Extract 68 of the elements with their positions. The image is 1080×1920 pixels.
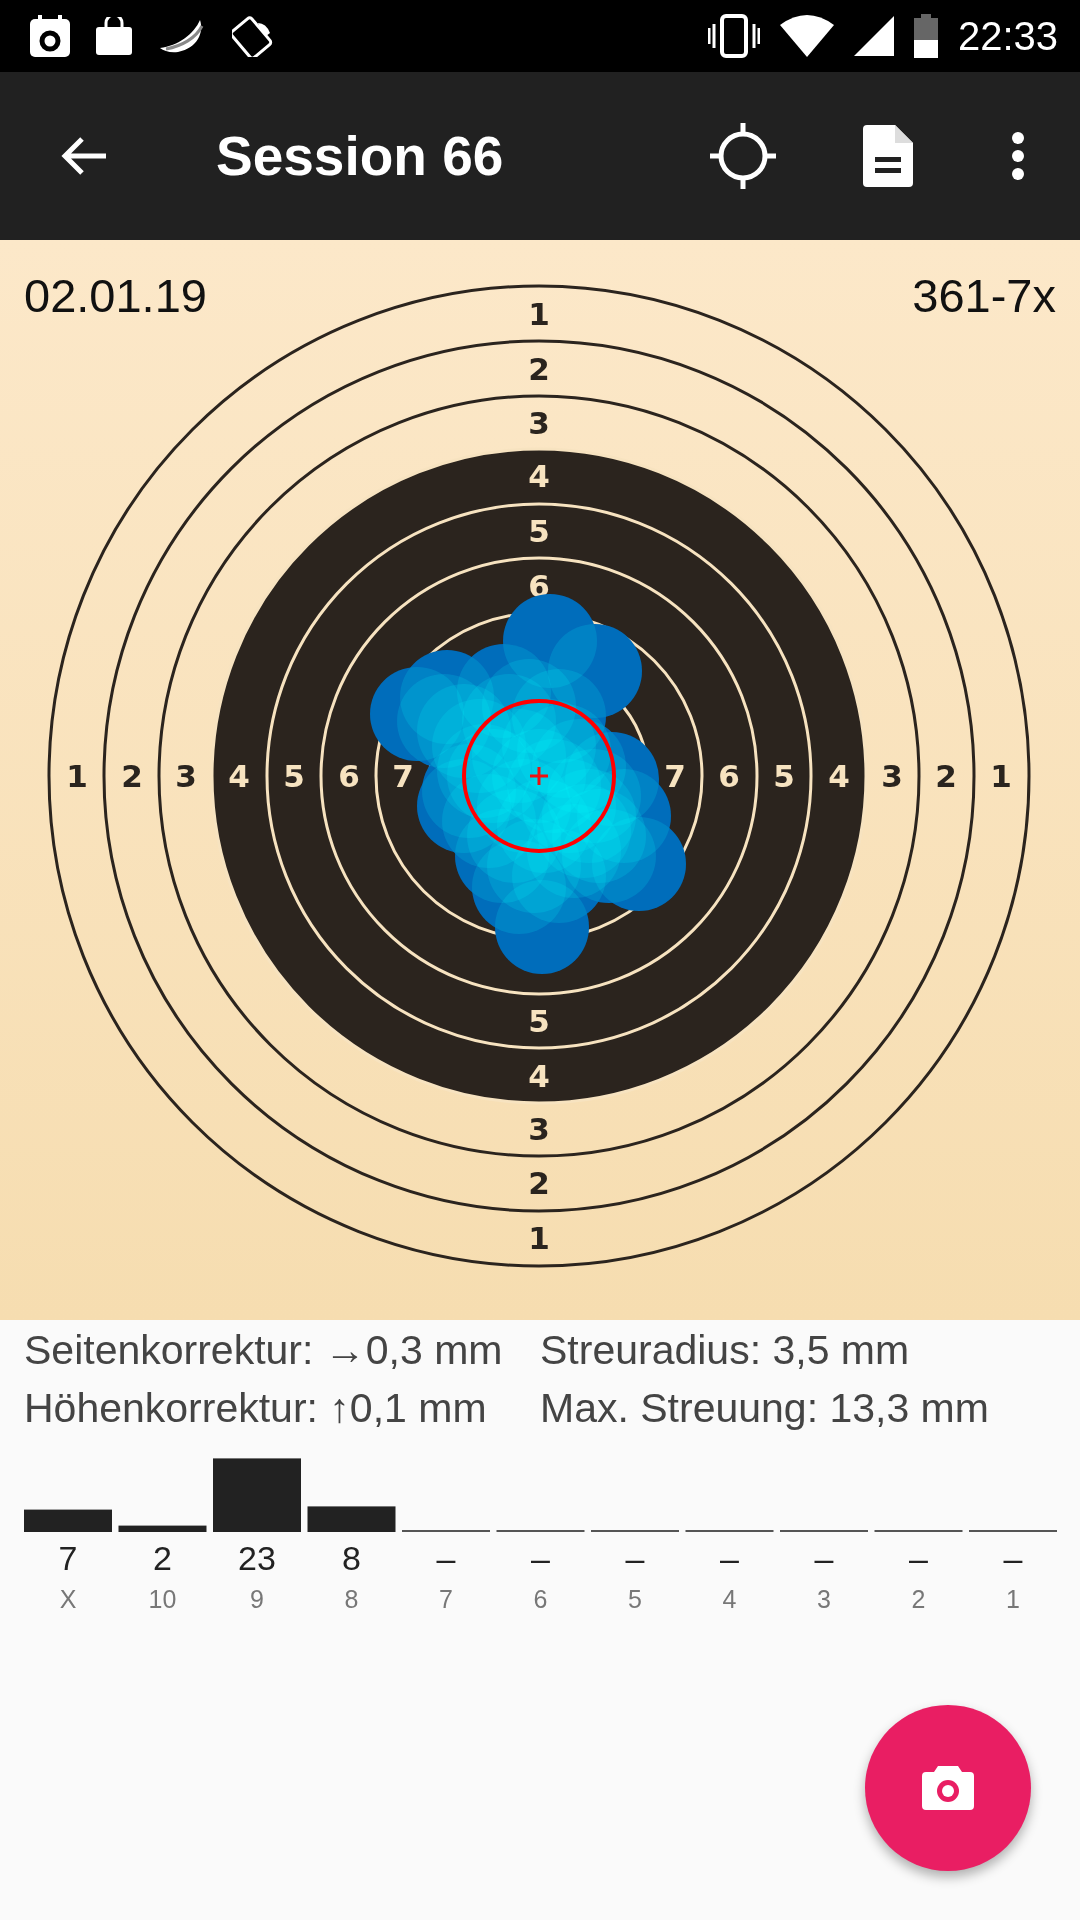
ring-category: 7 xyxy=(439,1585,453,1613)
bar-count: – xyxy=(436,1539,456,1577)
ring-number: 6 xyxy=(718,758,740,794)
ring-category: X xyxy=(59,1585,77,1613)
session-date: 02.01.19 xyxy=(24,269,207,322)
bar-count: 8 xyxy=(342,1539,361,1577)
screen-title: Session 66 xyxy=(216,124,505,188)
ring-number: 1 xyxy=(528,1220,550,1256)
bar-count: – xyxy=(814,1539,834,1577)
ring-category: 5 xyxy=(628,1585,642,1613)
status-time: 22:33 xyxy=(957,13,1058,59)
leaf-icon xyxy=(158,18,206,54)
back-arrow-icon[interactable] xyxy=(60,136,108,176)
ring-number: 5 xyxy=(283,758,305,794)
ring-number: 1 xyxy=(66,758,88,794)
ring-number: 2 xyxy=(528,1165,550,1201)
ring-category: 1 xyxy=(1006,1585,1020,1613)
ring-number: 7 xyxy=(392,758,414,794)
vibrate-icon xyxy=(707,14,760,58)
stat-text: Seitenkorrektur: →0,3 mm xyxy=(24,1328,504,1372)
ring-number: 2 xyxy=(935,758,957,794)
ring-category: 3 xyxy=(817,1585,831,1613)
ring-category: 9 xyxy=(250,1585,264,1613)
crosshair-icon[interactable] xyxy=(710,123,776,189)
ring-number: 4 xyxy=(528,1058,550,1094)
camera-button[interactable] xyxy=(865,1705,1031,1871)
ring-number: 5 xyxy=(528,513,550,549)
ring-category: 10 xyxy=(148,1585,177,1613)
ring-number: 2 xyxy=(528,351,550,387)
signal-icon xyxy=(853,16,894,56)
stat-text: Max. Streuung: 13,3 mm xyxy=(540,1386,990,1430)
bar-count: 2 xyxy=(153,1539,172,1577)
ring-category: 2 xyxy=(911,1585,926,1613)
ring-number: 3 xyxy=(881,758,903,794)
stat-text: Höhenkorrektur: ↑0,1 mm xyxy=(24,1386,488,1430)
document-icon[interactable] xyxy=(863,125,913,187)
bar-count: 23 xyxy=(238,1539,276,1577)
ring-number: 7 xyxy=(664,758,686,794)
camera-icon xyxy=(922,1766,974,1810)
ring-number: 4 xyxy=(528,458,550,494)
ring-number: 4 xyxy=(828,758,850,794)
bar-count: – xyxy=(531,1539,550,1577)
bar-count: – xyxy=(909,1539,928,1577)
ring-number: 6 xyxy=(528,568,550,604)
ring-number: 2 xyxy=(121,758,143,794)
ring-number: 4 xyxy=(228,758,250,794)
ring-category: 6 xyxy=(533,1585,548,1613)
stat-text: Streuradius: 3,5 mm xyxy=(540,1328,911,1372)
ring-number: 5 xyxy=(528,1003,550,1039)
ring-number: 5 xyxy=(773,758,795,794)
ring-category: 4 xyxy=(722,1585,737,1613)
bar-count: – xyxy=(1003,1539,1023,1577)
battery-icon xyxy=(913,14,938,58)
ring-number: 3 xyxy=(175,758,197,794)
ring-number: 3 xyxy=(528,405,550,441)
more-menu-icon[interactable] xyxy=(1011,131,1025,181)
bar-count: – xyxy=(625,1539,645,1577)
wifi-icon xyxy=(779,15,834,57)
ring-number: 1 xyxy=(990,758,1012,794)
ring-number: 3 xyxy=(528,1111,550,1147)
app-icon xyxy=(30,15,70,57)
bar-count: 7 xyxy=(58,1539,78,1577)
bar-count: – xyxy=(720,1539,739,1577)
ring-number: 1 xyxy=(528,296,550,332)
ring-category: 8 xyxy=(344,1585,359,1613)
shopping-bag-icon xyxy=(96,17,132,55)
ring-number: 6 xyxy=(338,758,360,794)
session-score: 361-7x xyxy=(912,269,1056,322)
